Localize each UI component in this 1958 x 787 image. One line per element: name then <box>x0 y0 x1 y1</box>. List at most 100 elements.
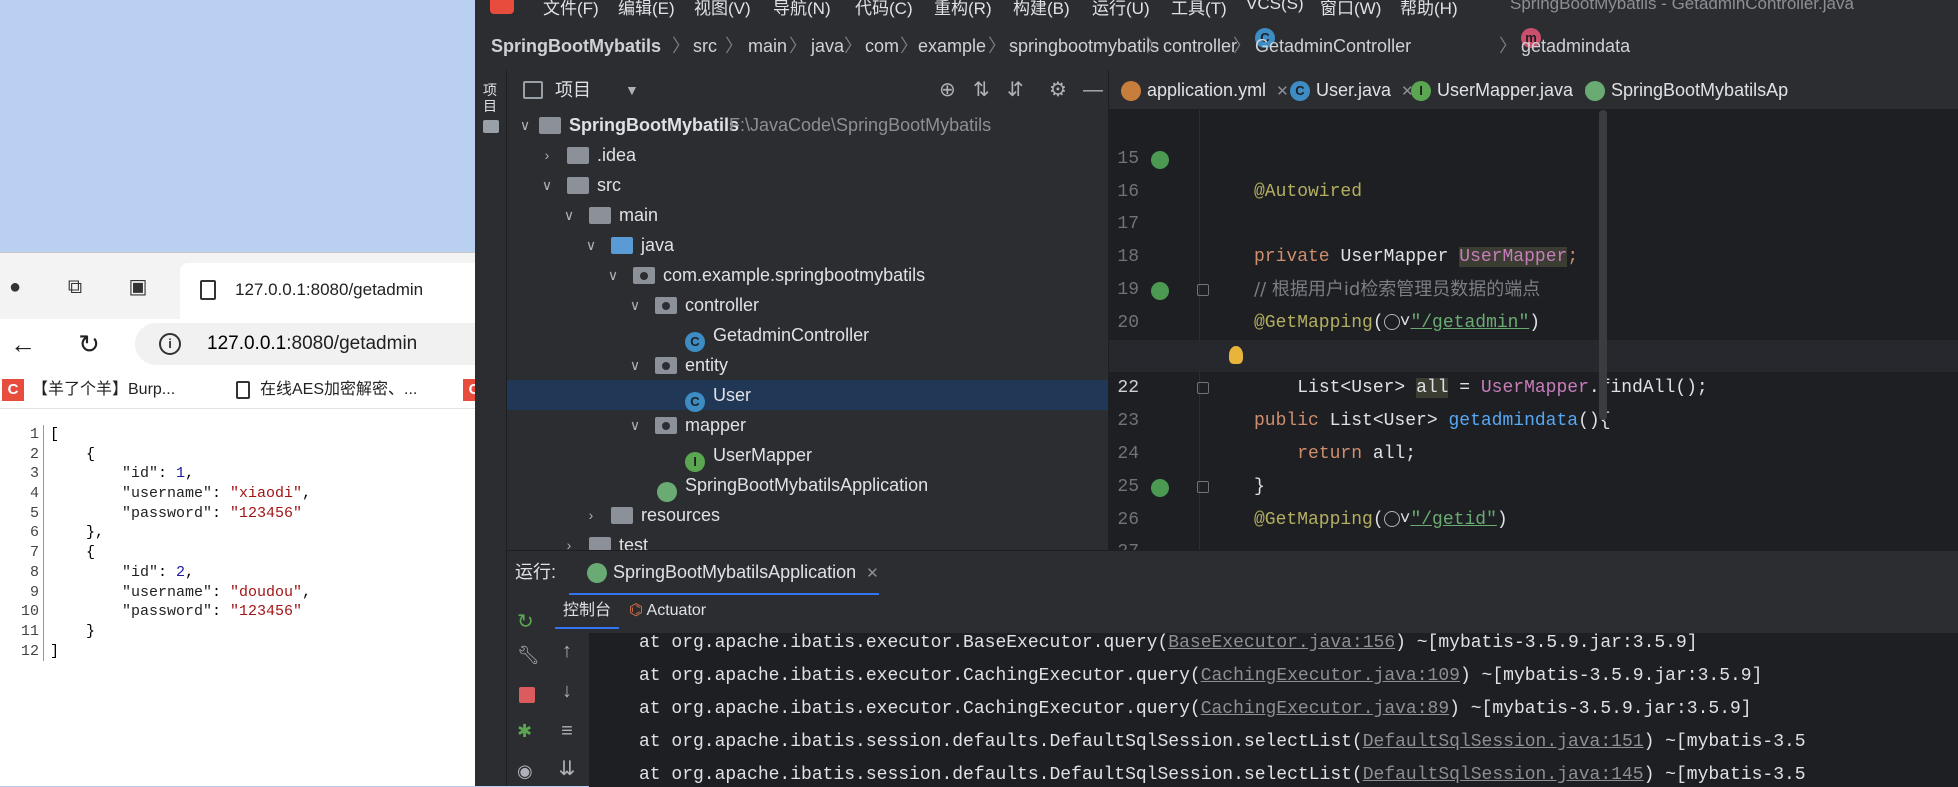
soft-wrap-icon[interactable]: ≡ <box>557 721 577 741</box>
breadcrumb-com[interactable]: com <box>865 28 899 64</box>
tab-user-java[interactable]: C User.java ✕ <box>1290 70 1414 110</box>
bean-gutter-icon[interactable] <box>1151 150 1169 169</box>
chevron-down-icon[interactable]: ▼ <box>625 70 639 110</box>
collapse-all-icon[interactable]: ⇵ <box>1007 70 1024 110</box>
menu-file[interactable]: 文件(F) <box>543 0 599 18</box>
scroll-up-icon[interactable]: ↑ <box>557 641 577 661</box>
breadcrumb-project[interactable]: SpringBootMybatils <box>491 28 661 64</box>
tree-item-mapper[interactable]: ∨ mapper <box>507 410 1108 440</box>
menu-run[interactable]: 运行(U) <box>1092 0 1150 18</box>
chevron-right-icon[interactable]: › <box>539 140 555 170</box>
menu-tools[interactable]: 工具(T) <box>1171 0 1227 18</box>
refresh-icon[interactable]: ↻ <box>74 329 104 359</box>
breadcrumb-controller[interactable]: controller <box>1163 28 1237 64</box>
menu-window[interactable]: 窗口(W) <box>1320 0 1381 18</box>
folder-icon[interactable] <box>483 120 499 133</box>
chevron-down-icon[interactable]: ∨ <box>627 350 643 380</box>
code-area[interactable]: 15 @Autowired 16 private UserMapper User… <box>1109 110 1958 628</box>
project-panel-title[interactable]: 项目 <box>555 70 591 110</box>
tree-item-package[interactable]: ∨ com.example.springbootmybatils <box>507 260 1108 290</box>
menu-code[interactable]: 代码(C) <box>855 0 913 18</box>
console-output[interactable]: at org.apache.ibatis.executor.BaseExecut… <box>589 633 1958 787</box>
tree-item-src[interactable]: ∨ src <box>507 170 1108 200</box>
source-link[interactable]: BaseExecutor.java:156 <box>1168 633 1395 653</box>
breadcrumb-java[interactable]: java <box>811 28 844 64</box>
tree-label: mapper <box>685 415 747 435</box>
breadcrumb-springbootmybatils[interactable]: springbootmybatils <box>1009 28 1159 64</box>
menu-view[interactable]: 视图(V) <box>694 0 751 18</box>
scroll-down-icon[interactable]: ↓ <box>557 681 577 701</box>
stop-icon[interactable] <box>519 687 535 703</box>
breadcrumb-src[interactable]: src <box>693 28 717 64</box>
tab-usermapper-java[interactable]: IUserMapper.java✕ <box>1411 70 1596 110</box>
chevron-down-icon[interactable]: ∨ <box>539 170 555 200</box>
minimize-icon[interactable]: — <box>1083 70 1103 110</box>
tab-actuator[interactable]: ⌬ Actuator <box>629 593 706 629</box>
gear-icon[interactable]: ⚙ <box>1049 70 1067 110</box>
tree-item-resources[interactable]: › resources <box>507 500 1108 530</box>
collections-icon[interactable]: ⧉ <box>62 275 88 299</box>
chevron-right-icon[interactable]: › <box>583 500 599 530</box>
chevron-down-icon[interactable]: ∨ <box>583 230 599 260</box>
rerun-icon[interactable]: ↻ <box>517 609 537 633</box>
profile-icon[interactable]: ● <box>2 275 28 299</box>
menu-edit[interactable]: 编辑(E) <box>618 0 675 18</box>
tree-item-java[interactable]: ∨ java <box>507 230 1108 260</box>
json-punct: }, <box>50 524 105 542</box>
tab-console[interactable]: 控制台 <box>554 593 620 629</box>
tree-item-user[interactable]: C User <box>507 380 1108 413</box>
tab-application-java[interactable]: SpringBootMybatilsAp <box>1585 70 1788 110</box>
locate-icon[interactable]: ⊕ <box>939 70 956 110</box>
info-icon[interactable]: i <box>159 333 181 355</box>
tree-item-root[interactable]: ∨ SpringBootMybatils F:\JavaCode\SpringB… <box>507 110 1108 140</box>
lightbulb-icon[interactable] <box>1229 345 1243 364</box>
chevron-down-icon[interactable]: ∨ <box>627 290 643 320</box>
breadcrumb-main[interactable]: main <box>748 28 787 64</box>
chevron-down-icon[interactable]: ∨ <box>627 410 643 440</box>
menu-vcs[interactable]: VCS(S) <box>1246 0 1304 14</box>
tree-item-getadmincontroller[interactable]: C GetadminController <box>507 320 1108 353</box>
endpoint-gutter-icon[interactable] <box>1151 282 1169 300</box>
address-bar[interactable]: i 127.0.0.1:8080/getadmin <box>135 323 495 365</box>
bookmark-item[interactable]: C 【羊了个羊】Burp... <box>2 377 175 403</box>
project-tool-button[interactable]: 项目 <box>483 82 499 114</box>
breadcrumb-example[interactable]: example <box>918 28 986 64</box>
menu-build[interactable]: 构建(B) <box>1013 0 1070 18</box>
back-arrow-icon[interactable]: ← <box>8 329 38 359</box>
tree-item-entity[interactable]: ∨ entity <box>507 350 1108 380</box>
tree-item-main[interactable]: ∨ main <box>507 200 1108 230</box>
menu-refactor[interactable]: 重构(R) <box>934 0 992 18</box>
fold-icon[interactable] <box>1197 480 1209 493</box>
expand-all-icon[interactable]: ⇅ <box>973 70 990 110</box>
source-link[interactable]: CachingExecutor.java:109 <box>1201 666 1460 686</box>
project-scrollbar[interactable] <box>1599 110 1607 420</box>
tab-actions-icon[interactable]: ▣ <box>125 275 151 299</box>
tree-item-usermapper[interactable]: I UserMapper <box>507 440 1108 473</box>
chevron-down-icon[interactable]: ∨ <box>605 260 621 290</box>
intellij-logo-icon <box>490 0 514 14</box>
chevron-down-icon[interactable]: ∨ <box>561 200 577 230</box>
scroll-to-end-icon[interactable]: ⇊ <box>557 759 577 779</box>
tree-item-application[interactable]: SpringBootMybatilsApplication <box>507 470 1108 503</box>
wrench-icon[interactable]: 🔧︎ <box>517 645 540 665</box>
debug-icon[interactable]: ✱ <box>517 721 537 741</box>
tree-item-controller[interactable]: ∨ controller <box>507 290 1108 320</box>
camera-icon[interactable]: ◉ <box>517 761 537 781</box>
fold-icon[interactable] <box>1197 284 1209 296</box>
tree-item-idea[interactable]: › .idea <box>507 140 1108 170</box>
browser-tab[interactable]: 127.0.0.1:8080/getadmin <box>180 263 480 319</box>
bookmark-item[interactable]: 在线AES加密解密、... <box>236 377 417 403</box>
chevron-down-icon[interactable]: ∨ <box>517 110 533 140</box>
close-icon[interactable]: ✕ <box>1276 83 1289 100</box>
endpoint-gutter-icon[interactable] <box>1151 478 1169 497</box>
close-icon[interactable]: ✕ <box>866 565 879 582</box>
run-tab[interactable]: SpringBootMybatilsApplication ✕ <box>569 551 879 595</box>
url-text[interactable]: 127.0.0.1:8080/getadmin <box>207 333 417 355</box>
source-link[interactable]: DefaultSqlSession.java:145 <box>1363 765 1644 785</box>
fold-icon[interactable] <box>1197 382 1209 395</box>
tab-application-yml[interactable]: application.yml ✕ <box>1121 70 1289 110</box>
source-link[interactable]: DefaultSqlSession.java:151 <box>1363 732 1644 752</box>
source-link[interactable]: CachingExecutor.java:89 <box>1201 699 1449 719</box>
menu-navigate[interactable]: 导航(N) <box>773 0 831 18</box>
menu-help[interactable]: 帮助(H) <box>1400 0 1458 18</box>
